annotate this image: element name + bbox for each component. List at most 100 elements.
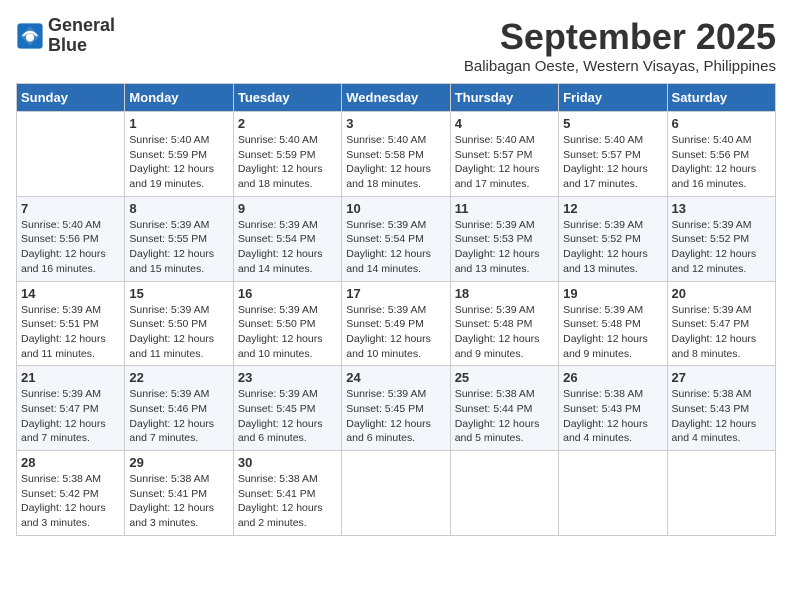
calendar-body: 1 Sunrise: 5:40 AMSunset: 5:59 PMDaylight…	[17, 112, 776, 536]
day-number: 9	[238, 201, 337, 216]
cell-info: Sunrise: 5:40 AMSunset: 5:59 PMDaylight:…	[129, 133, 228, 192]
day-number: 5	[563, 116, 662, 131]
calendar-cell: 15 Sunrise: 5:39 AMSunset: 5:50 PMDayligh…	[125, 281, 233, 366]
day-number: 11	[455, 201, 554, 216]
cell-info: Sunrise: 5:40 AMSunset: 5:56 PMDaylight:…	[21, 218, 120, 277]
day-number: 22	[129, 370, 228, 385]
cell-info: Sunrise: 5:40 AMSunset: 5:59 PMDaylight:…	[238, 133, 337, 192]
day-number: 7	[21, 201, 120, 216]
cell-info: Sunrise: 5:39 AMSunset: 5:49 PMDaylight:…	[346, 303, 445, 362]
cell-info: Sunrise: 5:39 AMSunset: 5:47 PMDaylight:…	[21, 387, 120, 446]
logo-icon	[16, 22, 44, 50]
cell-info: Sunrise: 5:40 AMSunset: 5:57 PMDaylight:…	[563, 133, 662, 192]
day-number: 25	[455, 370, 554, 385]
calendar-cell: 20 Sunrise: 5:39 AMSunset: 5:47 PMDayligh…	[667, 281, 775, 366]
calendar-cell: 30 Sunrise: 5:38 AMSunset: 5:41 PMDayligh…	[233, 451, 341, 536]
header-day: Thursday	[450, 84, 558, 112]
day-number: 19	[563, 286, 662, 301]
cell-info: Sunrise: 5:38 AMSunset: 5:43 PMDaylight:…	[672, 387, 771, 446]
calendar-cell: 23Sunrise: 5:39 AMSunset: 5:45 PMDayligh…	[233, 366, 341, 451]
header-day: Saturday	[667, 84, 775, 112]
calendar-cell: 2 Sunrise: 5:40 AMSunset: 5:59 PMDaylight…	[233, 112, 341, 197]
cell-info: Sunrise: 5:40 AMSunset: 5:58 PMDaylight:…	[346, 133, 445, 192]
cell-info: Sunrise: 5:39 AMSunset: 5:50 PMDaylight:…	[238, 303, 337, 362]
calendar-cell: 27 Sunrise: 5:38 AMSunset: 5:43 PMDayligh…	[667, 366, 775, 451]
day-number: 15	[129, 286, 228, 301]
day-number: 14	[21, 286, 120, 301]
cell-info: Sunrise: 5:38 AMSunset: 5:43 PMDaylight:…	[563, 387, 662, 446]
calendar-week: 7 Sunrise: 5:40 AMSunset: 5:56 PMDaylight…	[17, 196, 776, 281]
header-row: SundayMondayTuesdayWednesdayThursdayFrid…	[17, 84, 776, 112]
day-number: 8	[129, 201, 228, 216]
header-day: Monday	[125, 84, 233, 112]
day-number: 13	[672, 201, 771, 216]
day-number: 1	[129, 116, 228, 131]
cell-info: Sunrise: 5:39 AMSunset: 5:55 PMDaylight:…	[129, 218, 228, 277]
location-title: Balibagan Oeste, Western Visayas, Philip…	[464, 58, 776, 75]
day-number: 24	[346, 370, 445, 385]
calendar-cell	[17, 112, 125, 197]
logo-text: General Blue	[48, 16, 115, 56]
day-number: 28	[21, 455, 120, 470]
cell-info: Sunrise: 5:39 AMSunset: 5:48 PMDaylight:…	[563, 303, 662, 362]
calendar-cell: 28Sunrise: 5:38 AMSunset: 5:42 PMDayligh…	[17, 451, 125, 536]
calendar-cell: 5 Sunrise: 5:40 AMSunset: 5:57 PMDaylight…	[559, 112, 667, 197]
calendar-cell: 7 Sunrise: 5:40 AMSunset: 5:56 PMDaylight…	[17, 196, 125, 281]
day-number: 29	[129, 455, 228, 470]
cell-info: Sunrise: 5:39 AMSunset: 5:52 PMDaylight:…	[563, 218, 662, 277]
cell-info: Sunrise: 5:39 AMSunset: 5:51 PMDaylight:…	[21, 303, 120, 362]
calendar-cell: 13 Sunrise: 5:39 AMSunset: 5:52 PMDayligh…	[667, 196, 775, 281]
header: General Blue September 2025 Balibagan Oe…	[16, 16, 776, 75]
logo: General Blue	[16, 16, 115, 56]
calendar-cell: 6Sunrise: 5:40 AMSunset: 5:56 PMDaylight…	[667, 112, 775, 197]
day-number: 26	[563, 370, 662, 385]
cell-info: Sunrise: 5:39 AMSunset: 5:46 PMDaylight:…	[129, 387, 228, 446]
calendar-cell: 21 Sunrise: 5:39 AMSunset: 5:47 PMDayligh…	[17, 366, 125, 451]
day-number: 3	[346, 116, 445, 131]
cell-info: Sunrise: 5:39 AMSunset: 5:45 PMDaylight:…	[346, 387, 445, 446]
cell-info: Sunrise: 5:39 AMSunset: 5:54 PMDaylight:…	[238, 218, 337, 277]
header-day: Tuesday	[233, 84, 341, 112]
day-number: 27	[672, 370, 771, 385]
cell-info: Sunrise: 5:40 AMSunset: 5:57 PMDaylight:…	[455, 133, 554, 192]
day-number: 16	[238, 286, 337, 301]
day-number: 21	[21, 370, 120, 385]
day-number: 30	[238, 455, 337, 470]
calendar-cell	[667, 451, 775, 536]
calendar-week: 21 Sunrise: 5:39 AMSunset: 5:47 PMDayligh…	[17, 366, 776, 451]
calendar-table: SundayMondayTuesdayWednesdayThursdayFrid…	[16, 83, 776, 536]
month-title: September 2025	[464, 16, 776, 58]
calendar-cell: 25 Sunrise: 5:38 AMSunset: 5:44 PMDayligh…	[450, 366, 558, 451]
calendar-cell: 17 Sunrise: 5:39 AMSunset: 5:49 PMDayligh…	[342, 281, 450, 366]
cell-info: Sunrise: 5:39 AMSunset: 5:52 PMDaylight:…	[672, 218, 771, 277]
calendar-cell: 9 Sunrise: 5:39 AMSunset: 5:54 PMDaylight…	[233, 196, 341, 281]
day-number: 12	[563, 201, 662, 216]
cell-info: Sunrise: 5:39 AMSunset: 5:48 PMDaylight:…	[455, 303, 554, 362]
title-area: September 2025 Balibagan Oeste, Western …	[464, 16, 776, 75]
day-number: 20	[672, 286, 771, 301]
day-number: 18	[455, 286, 554, 301]
cell-info: Sunrise: 5:39 AMSunset: 5:53 PMDaylight:…	[455, 218, 554, 277]
calendar-cell: 1 Sunrise: 5:40 AMSunset: 5:59 PMDaylight…	[125, 112, 233, 197]
calendar-cell: 4 Sunrise: 5:40 AMSunset: 5:57 PMDaylight…	[450, 112, 558, 197]
calendar-week: 14 Sunrise: 5:39 AMSunset: 5:51 PMDayligh…	[17, 281, 776, 366]
day-number: 10	[346, 201, 445, 216]
calendar-cell: 18 Sunrise: 5:39 AMSunset: 5:48 PMDayligh…	[450, 281, 558, 366]
calendar-cell: 14 Sunrise: 5:39 AMSunset: 5:51 PMDayligh…	[17, 281, 125, 366]
cell-info: Sunrise: 5:38 AMSunset: 5:44 PMDaylight:…	[455, 387, 554, 446]
cell-info: Sunrise: 5:38 AMSunset: 5:41 PMDaylight:…	[129, 472, 228, 531]
calendar-cell: 19 Sunrise: 5:39 AMSunset: 5:48 PMDayligh…	[559, 281, 667, 366]
header-day: Sunday	[17, 84, 125, 112]
header-day: Friday	[559, 84, 667, 112]
cell-info: Sunrise: 5:39 AMSunset: 5:47 PMDaylight:…	[672, 303, 771, 362]
day-number: 4	[455, 116, 554, 131]
day-number: 17	[346, 286, 445, 301]
cell-info: Sunrise: 5:39 AMSunset: 5:50 PMDaylight:…	[129, 303, 228, 362]
day-number: 2	[238, 116, 337, 131]
calendar-cell: 12 Sunrise: 5:39 AMSunset: 5:52 PMDayligh…	[559, 196, 667, 281]
calendar-cell: 16 Sunrise: 5:39 AMSunset: 5:50 PMDayligh…	[233, 281, 341, 366]
header-day: Wednesday	[342, 84, 450, 112]
calendar-cell	[559, 451, 667, 536]
calendar-cell: 11 Sunrise: 5:39 AMSunset: 5:53 PMDayligh…	[450, 196, 558, 281]
cell-info: Sunrise: 5:38 AMSunset: 5:41 PMDaylight:…	[238, 472, 337, 531]
